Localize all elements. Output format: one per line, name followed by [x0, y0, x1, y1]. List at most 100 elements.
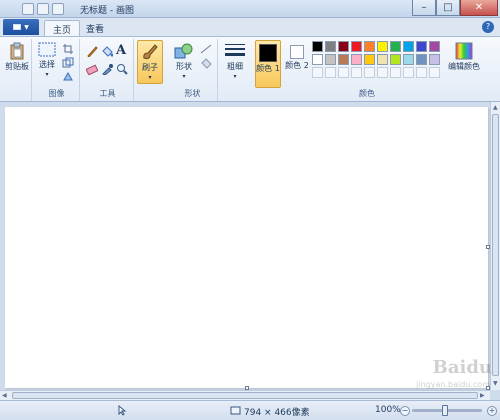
palette-swatch-empty[interactable]: [351, 67, 362, 78]
palette-swatch[interactable]: [403, 54, 414, 65]
window-title: 无标题 - 画图: [80, 6, 134, 16]
redo-icon[interactable]: [52, 3, 64, 15]
fill-bucket-icon[interactable]: [101, 45, 113, 57]
palette-swatch-empty[interactable]: [338, 67, 349, 78]
vertical-scroll-thumb[interactable]: [492, 114, 499, 376]
color1-label: 颜色 1: [256, 64, 280, 73]
ribbon-tab-row: ▼ 主页 查看 ?: [0, 18, 500, 36]
palette-swatch-empty[interactable]: [325, 67, 336, 78]
group-shapes: 形状 ▾ 形状: [168, 39, 218, 101]
paste-label: 剪贴板: [5, 62, 29, 71]
quick-access-toolbar: [22, 3, 64, 15]
palette-swatch[interactable]: [351, 41, 362, 52]
window-controls: – □ ✕: [412, 0, 498, 16]
palette-swatch[interactable]: [429, 41, 440, 52]
palette-swatch[interactable]: [325, 41, 336, 52]
select-rectangle-icon: [38, 42, 56, 57]
work-area: ▲ ▼: [0, 102, 500, 390]
chevron-down-icon: ▼: [24, 23, 29, 31]
resize-icon[interactable]: [62, 57, 74, 69]
palette-swatch[interactable]: [351, 54, 362, 65]
palette-swatch[interactable]: [416, 41, 427, 52]
drawing-canvas[interactable]: [5, 107, 488, 388]
maximize-button[interactable]: □: [436, 0, 460, 16]
palette-swatch[interactable]: [377, 41, 388, 52]
scroll-down-icon[interactable]: ▼: [493, 380, 498, 387]
color2-swatch: [290, 45, 304, 59]
chevron-down-icon: ▾: [233, 73, 237, 80]
horizontal-scroll-thumb[interactable]: [12, 392, 478, 399]
group-colors: 颜色 1 颜色 2 编辑颜色 颜色: [252, 39, 482, 101]
magnifier-icon[interactable]: [116, 63, 128, 75]
paste-button[interactable]: 剪贴板: [4, 42, 30, 72]
chevron-down-icon: ▾: [148, 74, 152, 81]
rotate-icon[interactable]: [62, 71, 74, 83]
color1-button[interactable]: 颜色 1: [255, 40, 281, 88]
palette-swatch[interactable]: [416, 54, 427, 65]
zoom-slider-thumb[interactable]: [442, 405, 448, 416]
palette-swatch-empty[interactable]: [429, 67, 440, 78]
tools-group-label: 工具: [99, 89, 116, 98]
palette-swatch[interactable]: [403, 41, 414, 52]
close-button[interactable]: ✕: [460, 0, 498, 16]
tab-view[interactable]: 查看: [78, 20, 112, 36]
brushes-button[interactable]: 刷子 ▾: [137, 40, 163, 84]
shapes-group-label: 形状: [184, 89, 201, 98]
text-tool-icon[interactable]: A: [116, 43, 128, 58]
edit-colors-label: 编辑颜色: [448, 62, 480, 71]
paint-menu-button[interactable]: ▼: [3, 19, 39, 35]
canvas-dimensions: 794 × 466像素: [244, 408, 310, 418]
undo-icon[interactable]: [37, 3, 49, 15]
colors-group-label: 颜色: [359, 89, 375, 98]
eraser-icon[interactable]: [86, 63, 98, 75]
color2-button[interactable]: 颜色 2: [284, 40, 310, 88]
group-size: 粗细 ▾: [220, 39, 250, 101]
size-button[interactable]: 粗细 ▾: [222, 42, 248, 82]
shapes-icon: [174, 43, 193, 59]
group-brushes: 刷子 ▾: [136, 39, 166, 101]
palette-swatch[interactable]: [364, 41, 375, 52]
pencil-icon[interactable]: [86, 45, 98, 57]
palette-swatch[interactable]: [325, 54, 336, 65]
scroll-left-icon[interactable]: ◀: [2, 392, 7, 399]
title-bar: 无标题 - 画图 – □ ✕: [0, 0, 500, 18]
select-button[interactable]: 选择 ▾: [36, 42, 58, 80]
size-label: 粗细: [227, 62, 243, 71]
palette-swatch-empty[interactable]: [403, 67, 414, 78]
help-icon[interactable]: ?: [482, 21, 494, 33]
vertical-scrollbar[interactable]: ▲ ▼: [490, 102, 500, 390]
palette-swatch[interactable]: [338, 54, 349, 65]
zoom-in-button[interactable]: +: [487, 406, 497, 416]
save-icon[interactable]: [22, 3, 34, 15]
scroll-up-icon[interactable]: ▲: [493, 104, 498, 111]
palette-swatch[interactable]: [390, 54, 401, 65]
fill-icon[interactable]: [200, 57, 212, 69]
palette-swatch-empty[interactable]: [416, 67, 427, 78]
palette-swatch[interactable]: [429, 54, 440, 65]
horizontal-scrollbar[interactable]: ◀ ▶: [0, 390, 490, 400]
minimize-button[interactable]: –: [412, 0, 436, 16]
zoom-out-button[interactable]: −: [400, 406, 410, 416]
line-weight-icon: [225, 44, 245, 56]
shapes-button[interactable]: 形状 ▾: [170, 42, 198, 82]
palette-swatch[interactable]: [312, 41, 323, 52]
palette-swatch[interactable]: [338, 41, 349, 52]
palette-swatch[interactable]: [377, 54, 388, 65]
scroll-right-icon[interactable]: ▶: [480, 392, 485, 399]
select-label: 选择: [39, 60, 55, 69]
clipboard-icon: [10, 42, 24, 60]
crop-icon[interactable]: [62, 43, 74, 55]
outline-icon[interactable]: [200, 43, 212, 55]
image-group-label: 图像: [48, 89, 65, 98]
palette-swatch-empty[interactable]: [390, 67, 401, 78]
palette-swatch[interactable]: [312, 54, 323, 65]
palette-swatch-empty[interactable]: [377, 67, 388, 78]
palette-swatch-empty[interactable]: [312, 67, 323, 78]
palette-swatch[interactable]: [390, 41, 401, 52]
palette-swatch[interactable]: [364, 54, 375, 65]
palette-swatch-empty[interactable]: [364, 67, 375, 78]
color-picker-icon[interactable]: [101, 63, 113, 75]
tab-home[interactable]: 主页: [44, 20, 81, 36]
zoom-level: 100%: [375, 405, 401, 415]
edit-colors-button[interactable]: 编辑颜色: [448, 42, 480, 72]
